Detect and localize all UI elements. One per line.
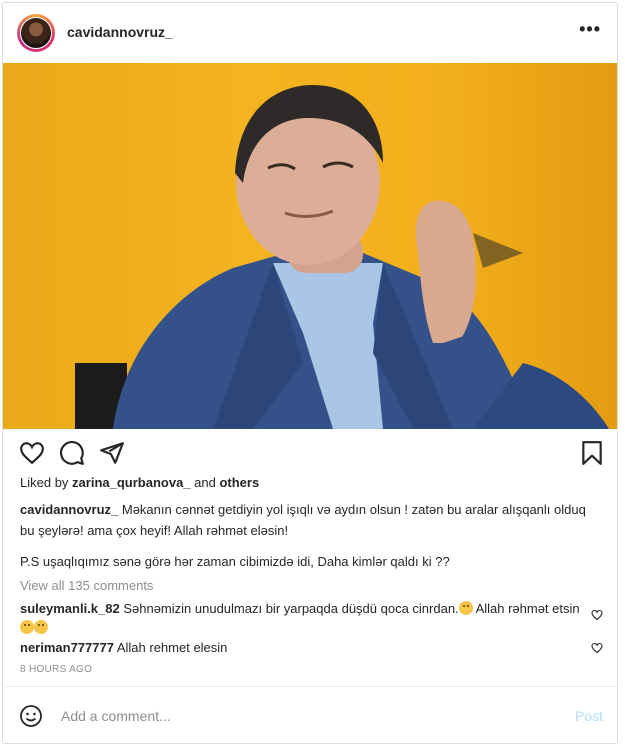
comment-username[interactable]: suleymanli.k_82	[20, 601, 120, 616]
post-button[interactable]: Post	[575, 708, 603, 724]
share-icon[interactable]	[99, 440, 125, 466]
sad-emoji-icon	[458, 601, 473, 615]
more-options-icon[interactable]: •••	[579, 19, 601, 39]
add-comment-bar: Post	[3, 686, 617, 743]
comment-like-heart-icon[interactable]	[591, 609, 603, 621]
avatar[interactable]	[20, 17, 52, 49]
emoji-icon[interactable]	[19, 704, 43, 728]
liked-others[interactable]: others	[219, 475, 259, 490]
comment-like-heart-icon[interactable]	[591, 642, 603, 654]
view-all-comments-link[interactable]: View all 135 comments	[20, 578, 153, 593]
comment-username[interactable]: neriman777777	[20, 640, 114, 655]
comment-input[interactable]	[59, 703, 543, 729]
bookmark-icon[interactable]	[579, 440, 605, 466]
post-caption: cavidannovruz_ Məkanın cənnət getdiyin y…	[20, 499, 600, 541]
post-card: cavidannovruz_ ••• Liked by zarina_qurba…	[2, 2, 618, 744]
comment-text: Səhnəmizin unudulmazı bir yarpaqda düşdü…	[119, 601, 459, 616]
photo-illustration	[75, 85, 609, 429]
post-actions	[3, 429, 617, 475]
sad-emoji-icon	[34, 620, 48, 634]
heart-icon[interactable]	[19, 440, 45, 466]
post-header: cavidannovruz_ •••	[3, 3, 617, 63]
post-photo[interactable]	[3, 63, 617, 429]
caption-username[interactable]: cavidannovruz_	[20, 502, 118, 517]
story-ring[interactable]	[17, 14, 55, 52]
comment-item: suleymanli.k_82 Səhnəmizin unudulmazı bi…	[20, 599, 580, 637]
liked-user[interactable]: zarina_qurbanova_	[72, 475, 191, 490]
comment-text: Allah rehmet elesin	[113, 640, 228, 655]
liked-prefix: Liked by	[20, 475, 73, 490]
comment-icon[interactable]	[59, 440, 85, 466]
sad-emoji-icon	[20, 620, 34, 634]
comment-text-2: Allah rəhmət etsin	[472, 601, 580, 616]
post-timestamp[interactable]: 8 HOURS AGO	[20, 664, 92, 675]
comment-item: neriman777777 Allah rehmet elesin	[20, 638, 580, 657]
likes-line: Liked by zarina_qurbanova_ and others	[20, 475, 259, 490]
post-username[interactable]: cavidannovruz_	[67, 24, 173, 40]
caption-ps: P.S uşaqlıqımız sənə görə hər zaman cibi…	[20, 554, 450, 569]
liked-and: and	[190, 475, 220, 490]
